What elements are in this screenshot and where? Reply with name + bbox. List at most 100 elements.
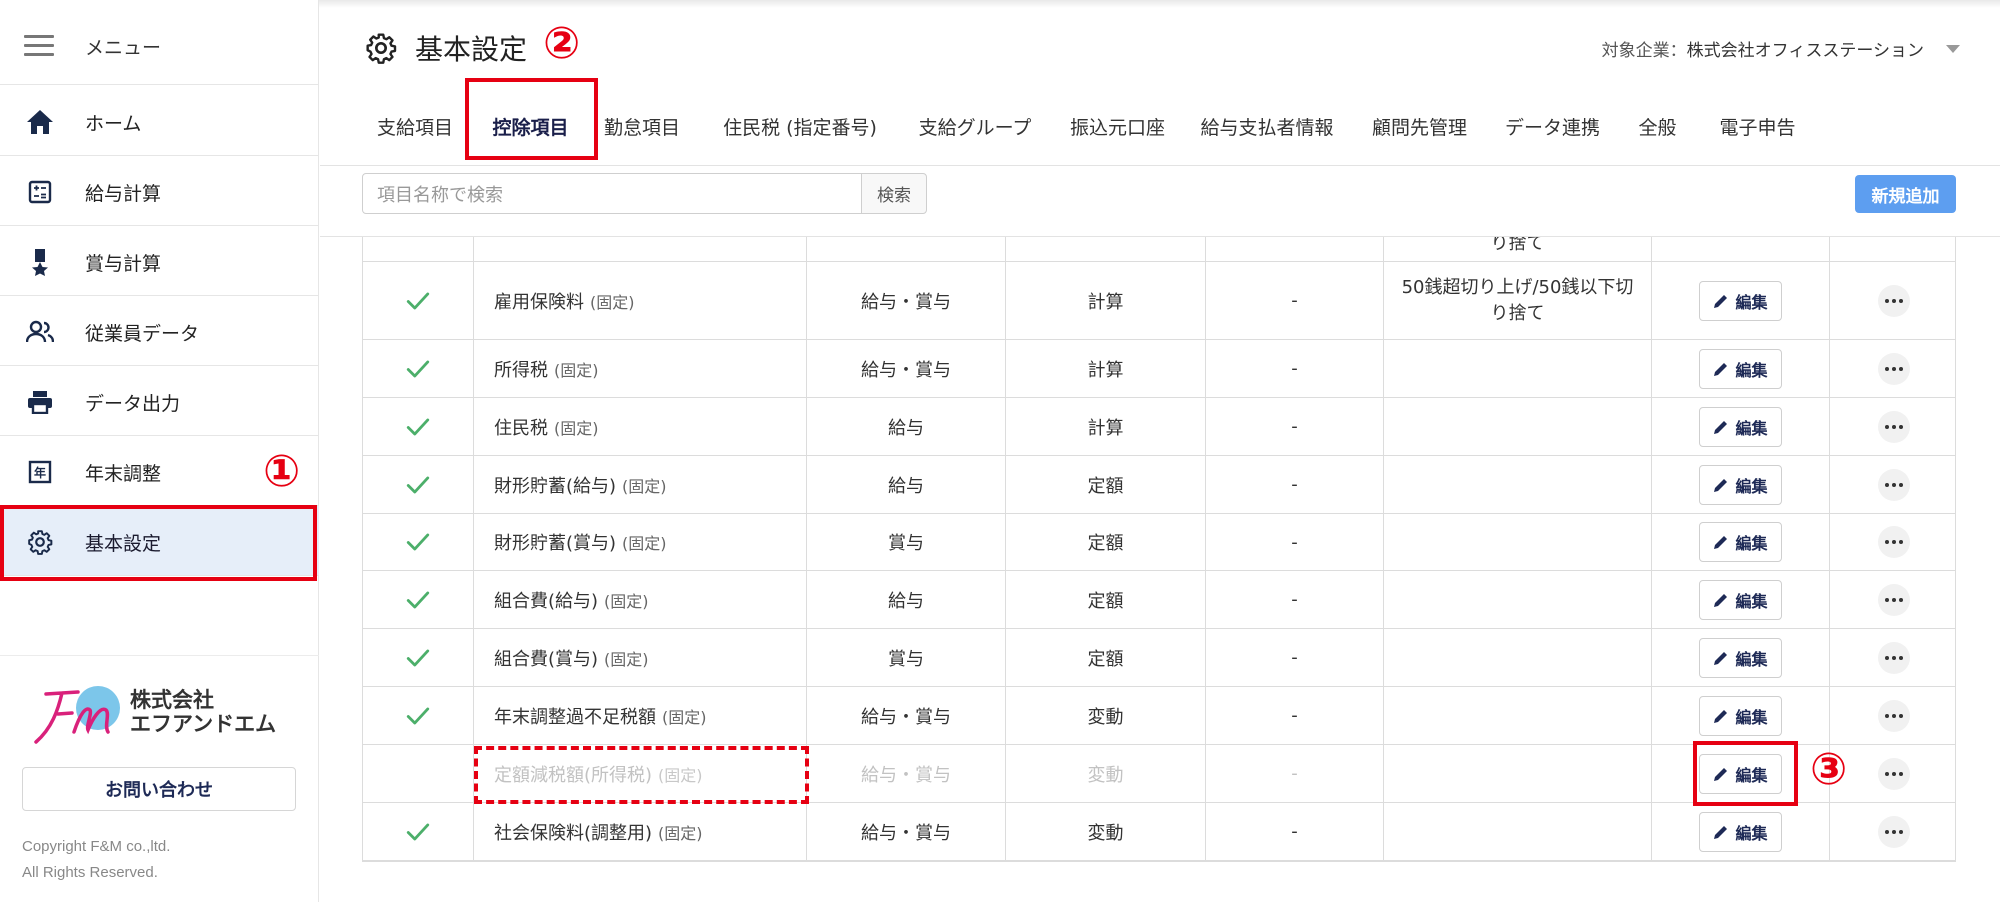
edit-button[interactable]: 編集 (1699, 280, 1782, 321)
company-selector[interactable]: 対象企業： 株式会社オフィスステーション (1602, 36, 1960, 61)
target-text: 給与・賞与 (861, 359, 951, 381)
annotation-number-2: ② (543, 18, 581, 69)
edit-button[interactable]: 編集 (1699, 579, 1782, 620)
dash-cell: - (1206, 803, 1384, 860)
checkmark-icon (406, 418, 430, 435)
add-new-button[interactable]: 新規追加 (1855, 175, 1956, 213)
edit-cell: 編集 (1652, 629, 1830, 686)
tab-payment-group[interactable]: 支給グループ (910, 86, 1040, 166)
sidebar-item-data-output[interactable]: データ出力 (0, 366, 319, 436)
rounding-cell: 50銭超切り上げ/50銭以下切 り捨て (1384, 262, 1652, 339)
fixed-tag: (固定) (554, 418, 599, 438)
rounding-cell (1384, 803, 1652, 860)
tab-e-filing[interactable]: 電子申告 (1715, 86, 1800, 166)
search-input[interactable]: 項目名称で検索 (362, 173, 862, 214)
checkmark-icon (406, 360, 430, 377)
method-cell: 変動 (1006, 803, 1206, 860)
name-cell: 社会保険料(調整用) (固定) (474, 803, 807, 860)
tab-general[interactable]: 全般 (1635, 86, 1680, 166)
rounding-cell (1384, 687, 1652, 744)
more-cell (1830, 340, 1955, 397)
pencil-icon (1714, 709, 1728, 723)
rounding-cell (1384, 514, 1652, 570)
tab-client-management[interactable]: 顧問先管理 (1367, 86, 1472, 166)
tab-payment-items[interactable]: 支給項目 (370, 86, 460, 166)
more-options-icon[interactable] (1877, 583, 1910, 616)
edit-button[interactable]: 編集 (1699, 522, 1782, 562)
annotation-number-3: ③ (1810, 744, 1848, 795)
pencil-icon (1714, 825, 1728, 839)
target-text: 給与・賞与 (861, 291, 951, 313)
method-cell: 定額 (1006, 571, 1206, 628)
edit-button[interactable]: 編集 (1699, 464, 1782, 505)
method-cell: 計算 (1006, 398, 1206, 455)
method-text: 変動 (1087, 764, 1124, 786)
name-cell: 住民税 (固定) (474, 398, 807, 455)
pencil-icon (1714, 420, 1728, 434)
pencil-icon (1714, 593, 1728, 607)
edit-button[interactable]: 編集 (1699, 637, 1782, 678)
contact-button[interactable]: お問い合わせ (22, 767, 296, 811)
method-text: 定額 (1087, 590, 1124, 612)
more-options-icon[interactable] (1877, 757, 1910, 790)
dash-text: - (1291, 474, 1298, 495)
target-cell: 賞与 (807, 514, 1006, 570)
edit-cell: 編集 (1652, 456, 1830, 513)
search-button[interactable]: 検索 (861, 173, 927, 214)
more-options-icon[interactable] (1877, 815, 1910, 848)
check-cell (363, 803, 474, 860)
tab-resident-tax[interactable]: 住民税 (指定番号) (720, 86, 880, 166)
edit-button[interactable]: 編集 (1699, 348, 1782, 389)
table-row: 組合費(賞与) (固定) 賞与 定額 - 編集 (363, 629, 1955, 687)
hamburger-icon[interactable] (24, 35, 54, 57)
edit-label: 編集 (1735, 591, 1768, 611)
more-options-icon[interactable] (1877, 526, 1910, 558)
edit-cell: 編集 (1652, 687, 1830, 744)
sidebar-item-employees[interactable]: 従業員データ (0, 296, 319, 366)
table-row: 年末調整過不足税額 (固定) 給与・賞与 変動 - 編集 (363, 687, 1955, 745)
dash-cell: - (1206, 571, 1384, 628)
method-cell: 計算 (1006, 262, 1206, 339)
sidebar-item-payroll[interactable]: 給与計算 (0, 156, 319, 226)
table-row: 雇用保険料 (固定) 給与・賞与 計算 - 50銭超切り上げ/50銭以下切 り捨て 編集 (363, 262, 1955, 340)
edit-button[interactable]: 編集 (1699, 695, 1782, 736)
tab-payer-info[interactable]: 給与支払者情報 (1197, 86, 1337, 166)
target-text: 給与・賞与 (861, 764, 951, 786)
more-options-icon[interactable] (1877, 284, 1910, 317)
method-text: 定額 (1087, 648, 1124, 670)
edit-button[interactable]: 編集 (1699, 406, 1782, 447)
dash-text: - (1291, 290, 1298, 311)
more-cell (1830, 687, 1955, 744)
dash-text: - (1291, 589, 1298, 610)
company-name: 株式会社オフィスステーション (1686, 41, 1924, 61)
target-text: 給与・賞与 (861, 706, 951, 728)
edit-button[interactable]: 編集 (1699, 811, 1782, 852)
app-window: メニュー ホーム 給与計算 賞与計算 従業員データ データ出力 年 年末調整 基… (0, 0, 2000, 902)
more-options-icon[interactable] (1877, 410, 1910, 443)
more-options-icon[interactable] (1877, 641, 1910, 674)
dash-text: - (1291, 763, 1298, 784)
dash-cell: - (1206, 398, 1384, 455)
more-options-icon[interactable] (1877, 699, 1910, 732)
year-end-icon: 年 (26, 458, 54, 486)
pencil-icon (1714, 651, 1728, 665)
method-cell: 定額 (1006, 629, 1206, 686)
sidebar-item-bonus[interactable]: 賞与計算 (0, 226, 319, 296)
method-cell: 変動 (1006, 687, 1206, 744)
annotation-number-1: ① (263, 446, 301, 497)
edit-cell: 編集 (1652, 340, 1830, 397)
tab-data-integration[interactable]: データ連携 (1500, 86, 1605, 166)
sidebar-item-label: 年末調整 (85, 463, 162, 485)
tab-attendance-items[interactable]: 勤怠項目 (602, 86, 682, 166)
check-cell (363, 571, 474, 628)
check-cell (363, 398, 474, 455)
menu-toggle[interactable]: メニュー (0, 8, 319, 85)
rounding-cell (1384, 340, 1652, 397)
chevron-down-icon[interactable] (1946, 44, 1960, 53)
more-cell (1830, 629, 1955, 686)
sidebar-item-home[interactable]: ホーム (0, 86, 319, 156)
more-options-icon[interactable] (1877, 352, 1910, 385)
checkmark-icon (406, 649, 430, 666)
more-options-icon[interactable] (1877, 468, 1910, 501)
tab-source-account[interactable]: 振込元口座 (1065, 86, 1170, 166)
